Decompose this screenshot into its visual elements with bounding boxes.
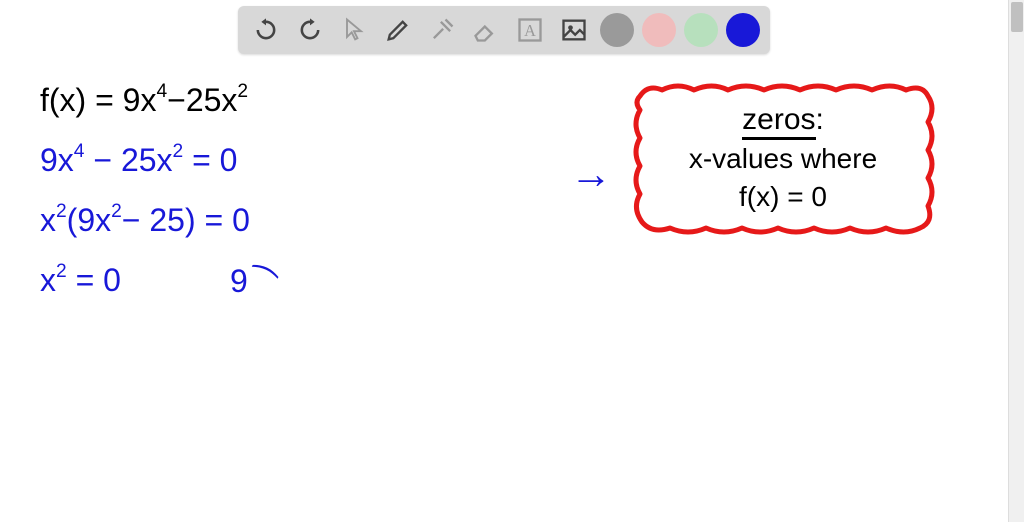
equation-line-4b: 9⁀	[230, 262, 274, 300]
undo-button[interactable]	[248, 12, 284, 48]
text-button[interactable]: A	[512, 12, 548, 48]
equation-line-3: x2(9x2− 25) = 0	[40, 202, 250, 239]
pen-icon	[384, 16, 412, 44]
pen-button[interactable]	[380, 12, 416, 48]
vertical-scrollbar[interactable]	[1008, 0, 1024, 522]
scrollbar-thumb[interactable]	[1011, 2, 1023, 32]
equation-line-4a: x2 = 0	[40, 262, 121, 299]
pointer-button[interactable]	[336, 12, 372, 48]
note-line-1: x-values where	[689, 143, 877, 175]
svg-text:A: A	[524, 21, 536, 40]
tools-button[interactable]	[424, 12, 460, 48]
redo-icon	[296, 16, 324, 44]
image-icon	[560, 16, 588, 44]
equation-line-2: 9x4 − 25x2 = 0	[40, 142, 237, 179]
note-colon: :	[816, 103, 824, 136]
pointer-icon	[340, 16, 368, 44]
note-title: zeros	[742, 103, 815, 140]
definition-box: zeros: x-values where f(x) = 0	[628, 78, 938, 238]
whiteboard: A f(x) = 9x4−25x2 9x4 − 25x2 = 0 x2(9x2−…	[0, 0, 1008, 522]
arrow-to-note: →	[570, 150, 612, 198]
undo-icon	[252, 16, 280, 44]
toolbar: A	[238, 6, 770, 54]
color-green[interactable]	[684, 13, 718, 47]
equation-line-1: f(x) = 9x4−25x2	[40, 82, 248, 119]
color-gray[interactable]	[600, 13, 634, 47]
note-line-2: f(x) = 0	[739, 181, 827, 213]
image-button[interactable]	[556, 12, 592, 48]
eraser-icon	[472, 16, 500, 44]
color-pink[interactable]	[642, 13, 676, 47]
tools-icon	[428, 16, 456, 44]
redo-button[interactable]	[292, 12, 328, 48]
text-icon: A	[516, 16, 544, 44]
note-title-row: zeros:	[742, 103, 824, 137]
eraser-button[interactable]	[468, 12, 504, 48]
color-blue[interactable]	[726, 13, 760, 47]
